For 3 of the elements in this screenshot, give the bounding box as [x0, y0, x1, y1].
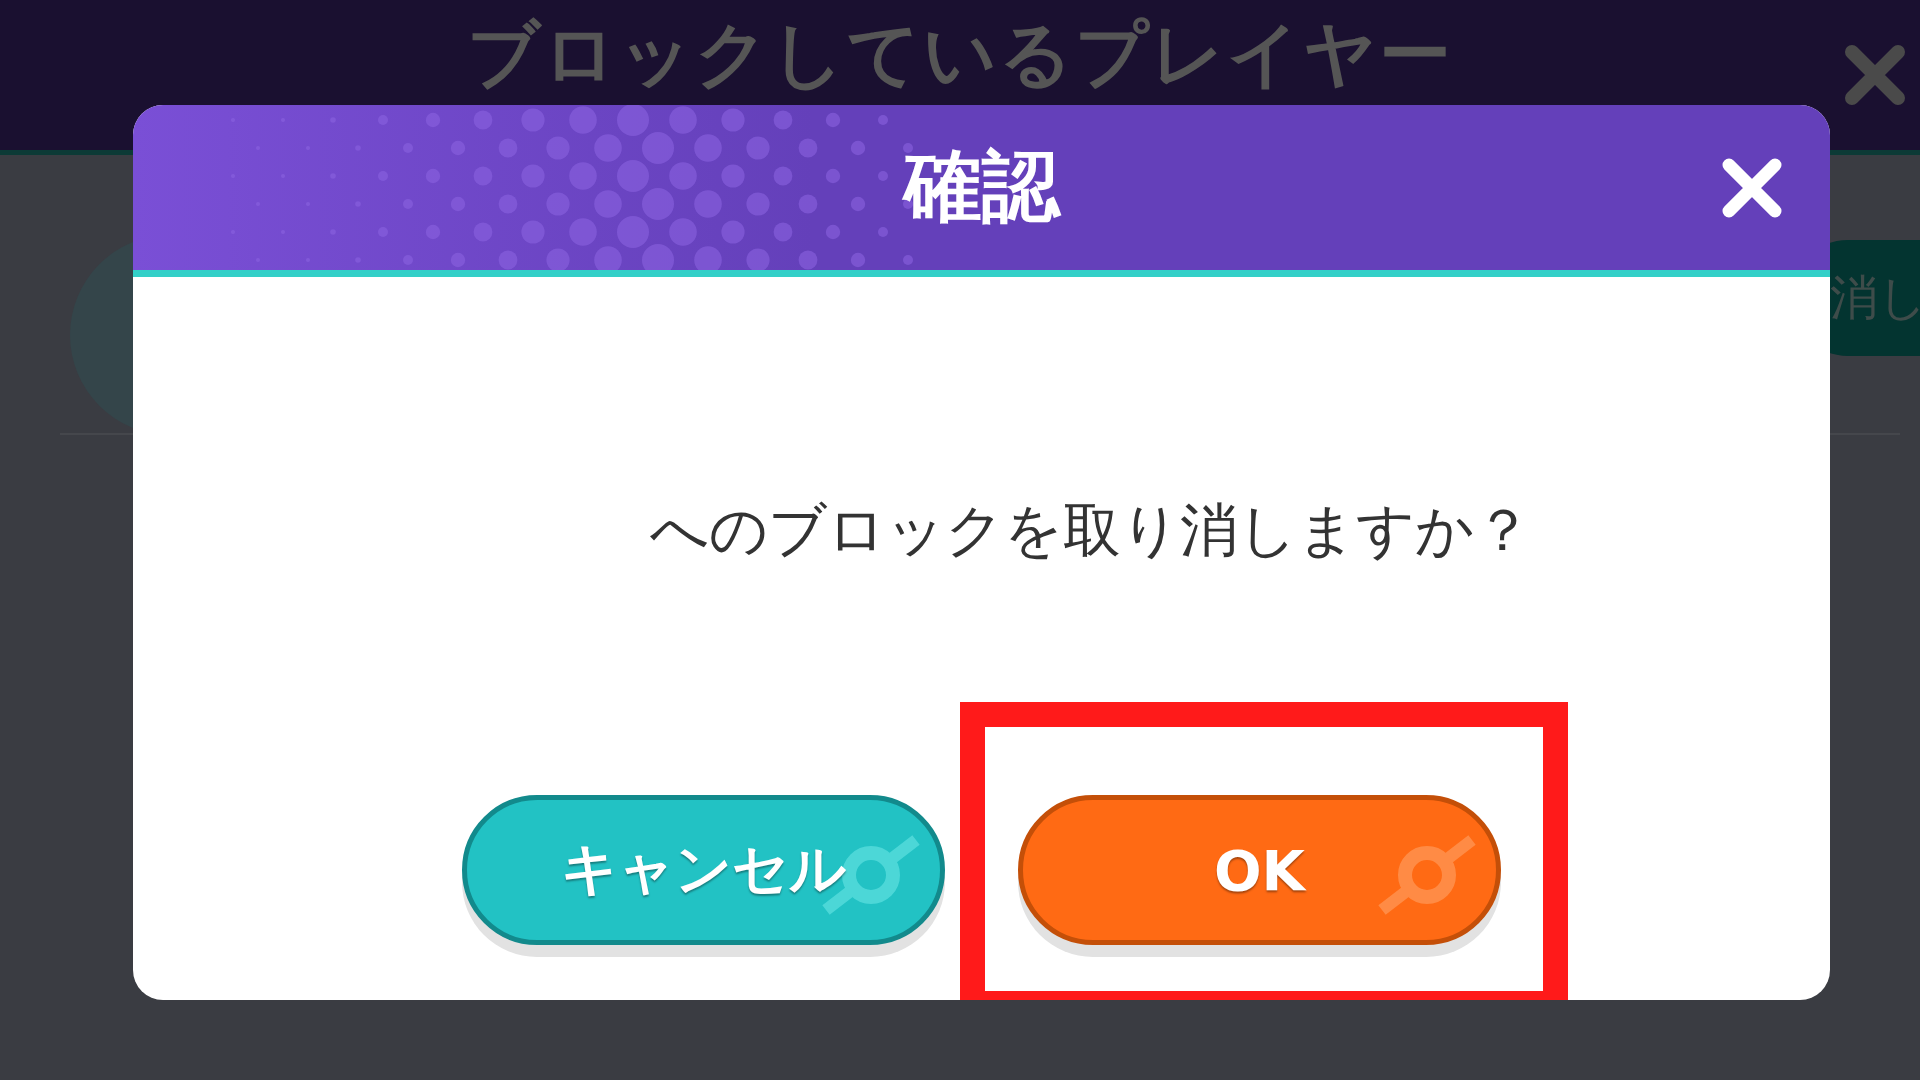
dialog-message: へのブロックを取り消しますか？ [650, 495, 1533, 565]
dialog-title: 確認 [903, 140, 1060, 233]
screen-title: ブロックしているプレイヤー [467, 18, 1453, 90]
